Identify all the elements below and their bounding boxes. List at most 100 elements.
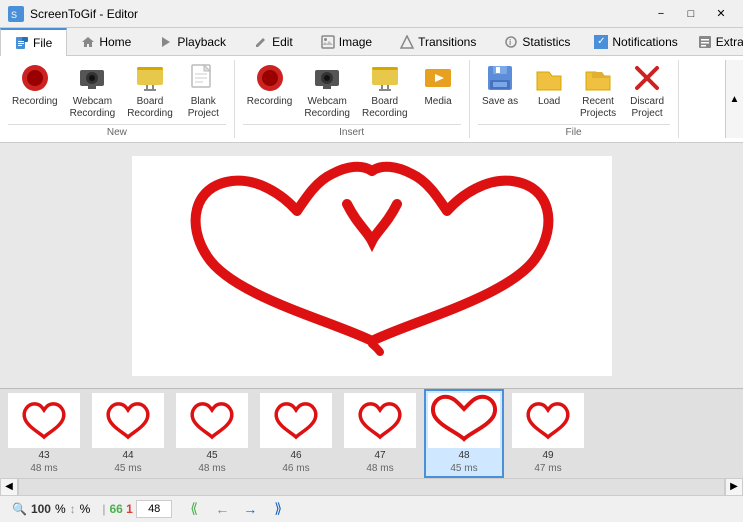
recent-projects-button[interactable]: RecentProjects [576,60,621,122]
recording-button[interactable]: Recording [8,60,62,110]
nav-last-button[interactable]: ⟫ [264,498,292,520]
frame-46-img [260,393,332,448]
frame-47-time: 48 ms [366,463,393,474]
svg-text:S: S [11,10,17,20]
maximize-button[interactable]: □ [677,4,705,24]
frame-43-img [8,393,80,448]
canvas-drawing [132,156,612,376]
insert-group-label: Insert [243,124,461,138]
zoom-icon: 🔍 [12,502,27,516]
canvas-area [0,143,743,388]
webcam-icon [76,62,108,94]
frame-45[interactable]: 45 48 ms [172,391,252,476]
tab-edit-label: Edit [272,35,293,49]
filmstrip-scrollbar[interactable] [18,478,725,496]
frame-44-img [92,393,164,448]
frame-43-num: 43 [38,450,49,461]
filmstrip: 43 48 ms 44 45 ms 45 48 ms 46 46 ms 47 4… [0,388,743,478]
frame-44-num: 44 [122,450,133,461]
frame-47[interactable]: 47 48 ms [340,391,420,476]
nav-prev-button[interactable]: ← [208,498,236,520]
scroll-right-button[interactable]: ▶ [725,478,743,496]
blank-project-label: BlankProject [188,96,219,120]
tab-playback[interactable]: Playback [145,28,240,55]
tab-statistics[interactable]: i Statistics [490,28,584,55]
frame-46-time: 46 ms [282,463,309,474]
notifications-label: Notifications [612,35,677,49]
frame-47-num: 47 [374,450,385,461]
frame-46-num: 46 [290,450,301,461]
tab-home[interactable]: Home [67,28,145,55]
frame-48-num: 48 [458,450,469,461]
extras-icon [698,35,712,49]
window-controls: − □ ✕ [647,4,735,24]
media-button[interactable]: Media [416,60,461,110]
ribbon-collapse-button[interactable]: ▲ [725,60,743,138]
nav-first-button[interactable]: ⟪ [180,498,208,520]
webcam-recording-button[interactable]: WebcamRecording [66,60,120,122]
selected-frame: 1 [126,502,133,516]
board-recording-button[interactable]: BoardRecording [123,60,177,122]
frame-45-time: 48 ms [198,463,225,474]
frame-49-img [512,393,584,448]
frame-45-img [176,393,248,448]
insert-recording-label: Recording [247,96,293,108]
nav-next-button[interactable]: → [236,498,264,520]
tab-image[interactable]: Image [307,28,386,55]
file-group-label: File [478,124,670,138]
ribbon-group-file: Save as Load RecentProjects DiscardProje… [470,60,679,138]
frame-48[interactable]: 48 45 ms [424,389,504,478]
load-icon [533,62,565,94]
frame-43[interactable]: 43 48 ms [4,391,84,476]
home-tab-icon [81,35,95,49]
tab-playback-label: Playback [177,35,226,49]
recording-icon [19,62,51,94]
insert-webcam-button[interactable]: WebcamRecording [300,60,354,122]
canvas-frame [132,156,612,376]
tab-transitions-label: Transitions [418,35,476,49]
ribbon-group-new: Recording WebcamRecording BoardRecording… [0,60,235,138]
discard-project-label: DiscardProject [630,96,664,120]
save-as-button[interactable]: Save as [478,60,523,110]
ribbon-file-items: Save as Load RecentProjects DiscardProje… [478,60,670,122]
zoom-divider: ↕ [70,502,76,516]
insert-board-button[interactable]: BoardRecording [358,60,412,122]
tab-transitions[interactable]: Transitions [386,28,490,55]
status-bar: 🔍 100 % ↕ % | 66 1 ⟪ ← → ⟫ [0,494,743,522]
frame-43-time: 48 ms [30,463,57,474]
insert-recording-button[interactable]: Recording [243,60,297,110]
tab-edit[interactable]: Edit [240,28,307,55]
board-recording-label: BoardRecording [127,96,173,120]
insert-webcam-label: WebcamRecording [304,96,350,120]
frame-48-time: 45 ms [450,463,477,474]
discard-project-button[interactable]: DiscardProject [625,60,670,122]
zoom-percent-icon: % [80,502,91,516]
title-bar: S ScreenToGif - Editor − □ ✕ [0,0,743,28]
frame-44-time: 45 ms [114,463,141,474]
tab-file-label: File [33,36,52,50]
frame-44[interactable]: 44 45 ms [88,391,168,476]
media-icon [422,62,454,94]
zoom-value: 100 [31,502,51,516]
frame-49[interactable]: 49 47 ms [508,391,588,476]
frame-46[interactable]: 46 46 ms [256,391,336,476]
minimize-button[interactable]: − [647,4,675,24]
notifications-toggle[interactable]: ✓ Notifications [584,28,687,55]
load-button[interactable]: Load [527,60,572,110]
status-separator: | [102,502,105,516]
ribbon-right-tabs: ✓ Notifications Extras [584,28,743,55]
scroll-left-button[interactable]: ◀ [0,478,18,496]
ribbon: Recording WebcamRecording BoardRecording… [0,56,743,143]
frame-total-input[interactable] [136,500,172,518]
edit-tab-icon [254,35,268,49]
tab-file[interactable]: File [0,28,67,56]
save-as-label: Save as [482,96,518,108]
blank-project-button[interactable]: BlankProject [181,60,226,122]
zoom-suffix: % [55,502,66,516]
extras-tab[interactable]: Extras [688,28,743,55]
recent-projects-label: RecentProjects [580,96,616,120]
recent-projects-icon [582,62,614,94]
frame-49-time: 47 ms [534,463,561,474]
close-button[interactable]: ✕ [707,4,735,24]
board-icon [134,62,166,94]
